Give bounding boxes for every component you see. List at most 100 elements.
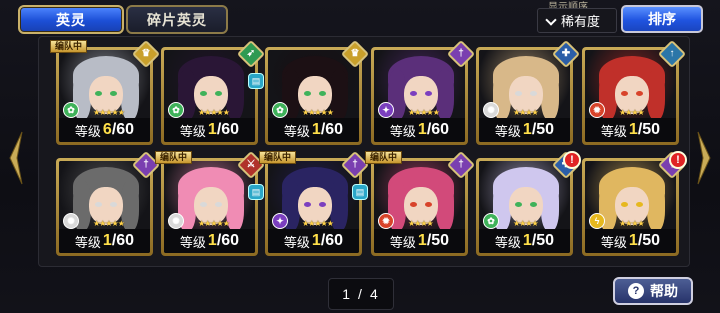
help-label: 帮助 bbox=[650, 283, 678, 299]
hero-card[interactable]: ★★★★★ 等级 1 /60 ✺ ⚔ ▤ 编队中 bbox=[155, 150, 266, 256]
level-current: 1 bbox=[628, 232, 638, 249]
hero-card[interactable]: ★★★★ 等级 1 /50 ✹ ↑ bbox=[582, 39, 687, 145]
hero-card[interactable]: ★★★★★ 等级 1 /60 ✿ ➶ ▤ bbox=[161, 39, 266, 145]
level-max: /50 bbox=[531, 232, 555, 249]
rarity-stars: ★★★★★ bbox=[93, 219, 125, 228]
hero-card[interactable]: ★★★★ 等级 1 /50 ✿ ✚ ! bbox=[476, 150, 581, 256]
portrait-hair-side bbox=[647, 70, 665, 120]
hero-card[interactable]: ★★★★ 等级 1 /50 ✹ † 编队中 bbox=[365, 150, 476, 256]
level-prefix: 等级 bbox=[494, 123, 521, 139]
in-team-badge: 编队中 bbox=[259, 151, 297, 164]
level-prefix: 等级 bbox=[283, 234, 310, 250]
next-page-arrow-icon[interactable] bbox=[696, 130, 712, 186]
hero-list-screen: 英灵 碎片英灵 显示顺序 稀有度 排序 ★★★★★ 等级 6 bbox=[0, 0, 720, 313]
level-max: /50 bbox=[531, 121, 555, 138]
portrait-eye bbox=[515, 202, 522, 207]
alert-icon: ! bbox=[563, 151, 581, 169]
hero-card-inner: ★★★★★ 等级 1 /60 bbox=[59, 161, 150, 253]
rarity-stars: ★★★★★ bbox=[302, 108, 334, 117]
element-wind-icon: ✿ bbox=[483, 213, 499, 229]
rarity-stars: ★★★★ bbox=[513, 219, 539, 228]
hero-card[interactable]: ★★★★★ 等级 1 /60 ✦ † bbox=[371, 39, 476, 145]
portrait-eye bbox=[425, 91, 432, 96]
hero-card[interactable]: ★★★★★ 等级 1 /60 ✦ † ▤ 编队中 bbox=[259, 150, 370, 256]
level-current: 1 bbox=[417, 232, 427, 249]
level-prefix: 等级 bbox=[600, 123, 627, 139]
sort-button[interactable]: 排序 bbox=[621, 5, 703, 33]
level-max: /50 bbox=[637, 232, 661, 249]
level-prefix: 等级 bbox=[179, 123, 206, 139]
portrait-hair-side bbox=[647, 181, 665, 231]
in-team-badge: 编队中 bbox=[155, 151, 193, 164]
page-current: 1 bbox=[342, 286, 353, 302]
rarity-stars: ★★★★★ bbox=[302, 219, 334, 228]
rarity-stars: ★★★★ bbox=[619, 108, 645, 117]
hero-card-inner: ★★★★ 等级 1 /50 bbox=[479, 161, 570, 253]
level-current: 1 bbox=[102, 232, 112, 249]
element-light-icon: ✺ bbox=[63, 213, 79, 229]
book-icon: ▤ bbox=[248, 184, 264, 200]
level-prefix: 等级 bbox=[389, 123, 416, 139]
portrait-hair-side bbox=[541, 181, 559, 231]
rarity-stars: ★★★★★ bbox=[198, 108, 230, 117]
hero-level: 等级 6 /60 bbox=[59, 118, 150, 142]
level-current: 1 bbox=[207, 121, 217, 138]
hero-card[interactable]: ★★★★★ 等级 1 /60 ✿ ♛ bbox=[265, 39, 370, 145]
level-max: /60 bbox=[426, 121, 450, 138]
hero-card-inner: ★★★★★ 等级 1 /60 bbox=[164, 50, 255, 142]
portrait-eye bbox=[621, 202, 628, 207]
level-prefix: 等级 bbox=[74, 123, 101, 139]
hero-card-inner: ★★★★★ 等级 1 /60 bbox=[268, 161, 359, 253]
hero-level: 等级 1 /60 bbox=[268, 118, 359, 142]
tab-fragment-heroes[interactable]: 碎片英灵 bbox=[126, 5, 228, 34]
element-thunder-icon: ϟ bbox=[589, 213, 605, 229]
hero-card[interactable]: ★★★★ 等级 1 /50 ϟ † ! bbox=[582, 150, 687, 256]
sort-order-dropdown[interactable]: 稀有度 bbox=[537, 8, 617, 33]
level-prefix: 等级 bbox=[389, 234, 416, 250]
level-max: /50 bbox=[426, 232, 450, 249]
portrait-eye bbox=[410, 202, 417, 207]
sort-order-value: 稀有度 bbox=[561, 14, 601, 29]
level-current: 1 bbox=[417, 121, 427, 138]
level-current: 1 bbox=[628, 121, 638, 138]
hero-card[interactable]: ★★★★★ 等级 1 /60 ✺ † bbox=[56, 150, 161, 256]
portrait-eye bbox=[636, 202, 643, 207]
portrait-eye bbox=[410, 91, 417, 96]
hero-level: 等级 1 /50 bbox=[374, 229, 465, 253]
level-max: /60 bbox=[216, 232, 240, 249]
hero-card-inner: ★★★★ 等级 1 /50 bbox=[585, 161, 676, 253]
portrait-eye bbox=[304, 91, 311, 96]
hero-card[interactable]: ★★★★ 等级 1 /50 ✺ ✚ bbox=[476, 39, 581, 145]
in-team-badge: 编队中 bbox=[365, 151, 403, 164]
portrait-eye bbox=[530, 91, 537, 96]
portrait-eye bbox=[636, 91, 643, 96]
book-icon: ▤ bbox=[248, 73, 264, 89]
tab-heroes[interactable]: 英灵 bbox=[18, 5, 124, 34]
portrait-eye bbox=[319, 91, 326, 96]
element-fire-icon: ✹ bbox=[589, 102, 605, 118]
hero-card[interactable]: ★★★★★ 等级 6 /60 ✿ ♛ 编队中 bbox=[50, 39, 161, 145]
help-button[interactable]: ? 帮助 bbox=[613, 277, 693, 305]
hero-card-inner: ★★★★★ 等级 1 /60 bbox=[268, 50, 359, 142]
portrait-eye bbox=[215, 91, 222, 96]
hero-level: 等级 1 /60 bbox=[164, 118, 255, 142]
rarity-stars: ★★★★★ bbox=[93, 108, 125, 117]
hero-card-inner: ★★★★ 等级 1 /50 bbox=[374, 161, 465, 253]
rarity-stars: ★★★★ bbox=[513, 108, 539, 117]
portrait-eye bbox=[319, 202, 326, 207]
page-total: 4 bbox=[369, 286, 380, 302]
previous-page-arrow-icon[interactable] bbox=[8, 130, 24, 186]
hero-card-inner: ★★★★★ 等级 1 /60 bbox=[164, 161, 255, 253]
hero-level: 等级 1 /60 bbox=[164, 229, 255, 253]
alert-icon: ! bbox=[669, 151, 687, 169]
portrait-hair-side bbox=[436, 181, 454, 231]
portrait-eye bbox=[215, 202, 222, 207]
rarity-stars: ★★★★ bbox=[619, 219, 645, 228]
element-light-icon: ✺ bbox=[483, 102, 499, 118]
hero-level: 等级 1 /60 bbox=[374, 118, 465, 142]
rarity-stars: ★★★★ bbox=[408, 219, 434, 228]
element-light-icon: ✺ bbox=[168, 213, 184, 229]
element-dark-icon: ✦ bbox=[378, 102, 394, 118]
portrait-eye bbox=[425, 202, 432, 207]
chevron-down-icon bbox=[546, 16, 556, 26]
